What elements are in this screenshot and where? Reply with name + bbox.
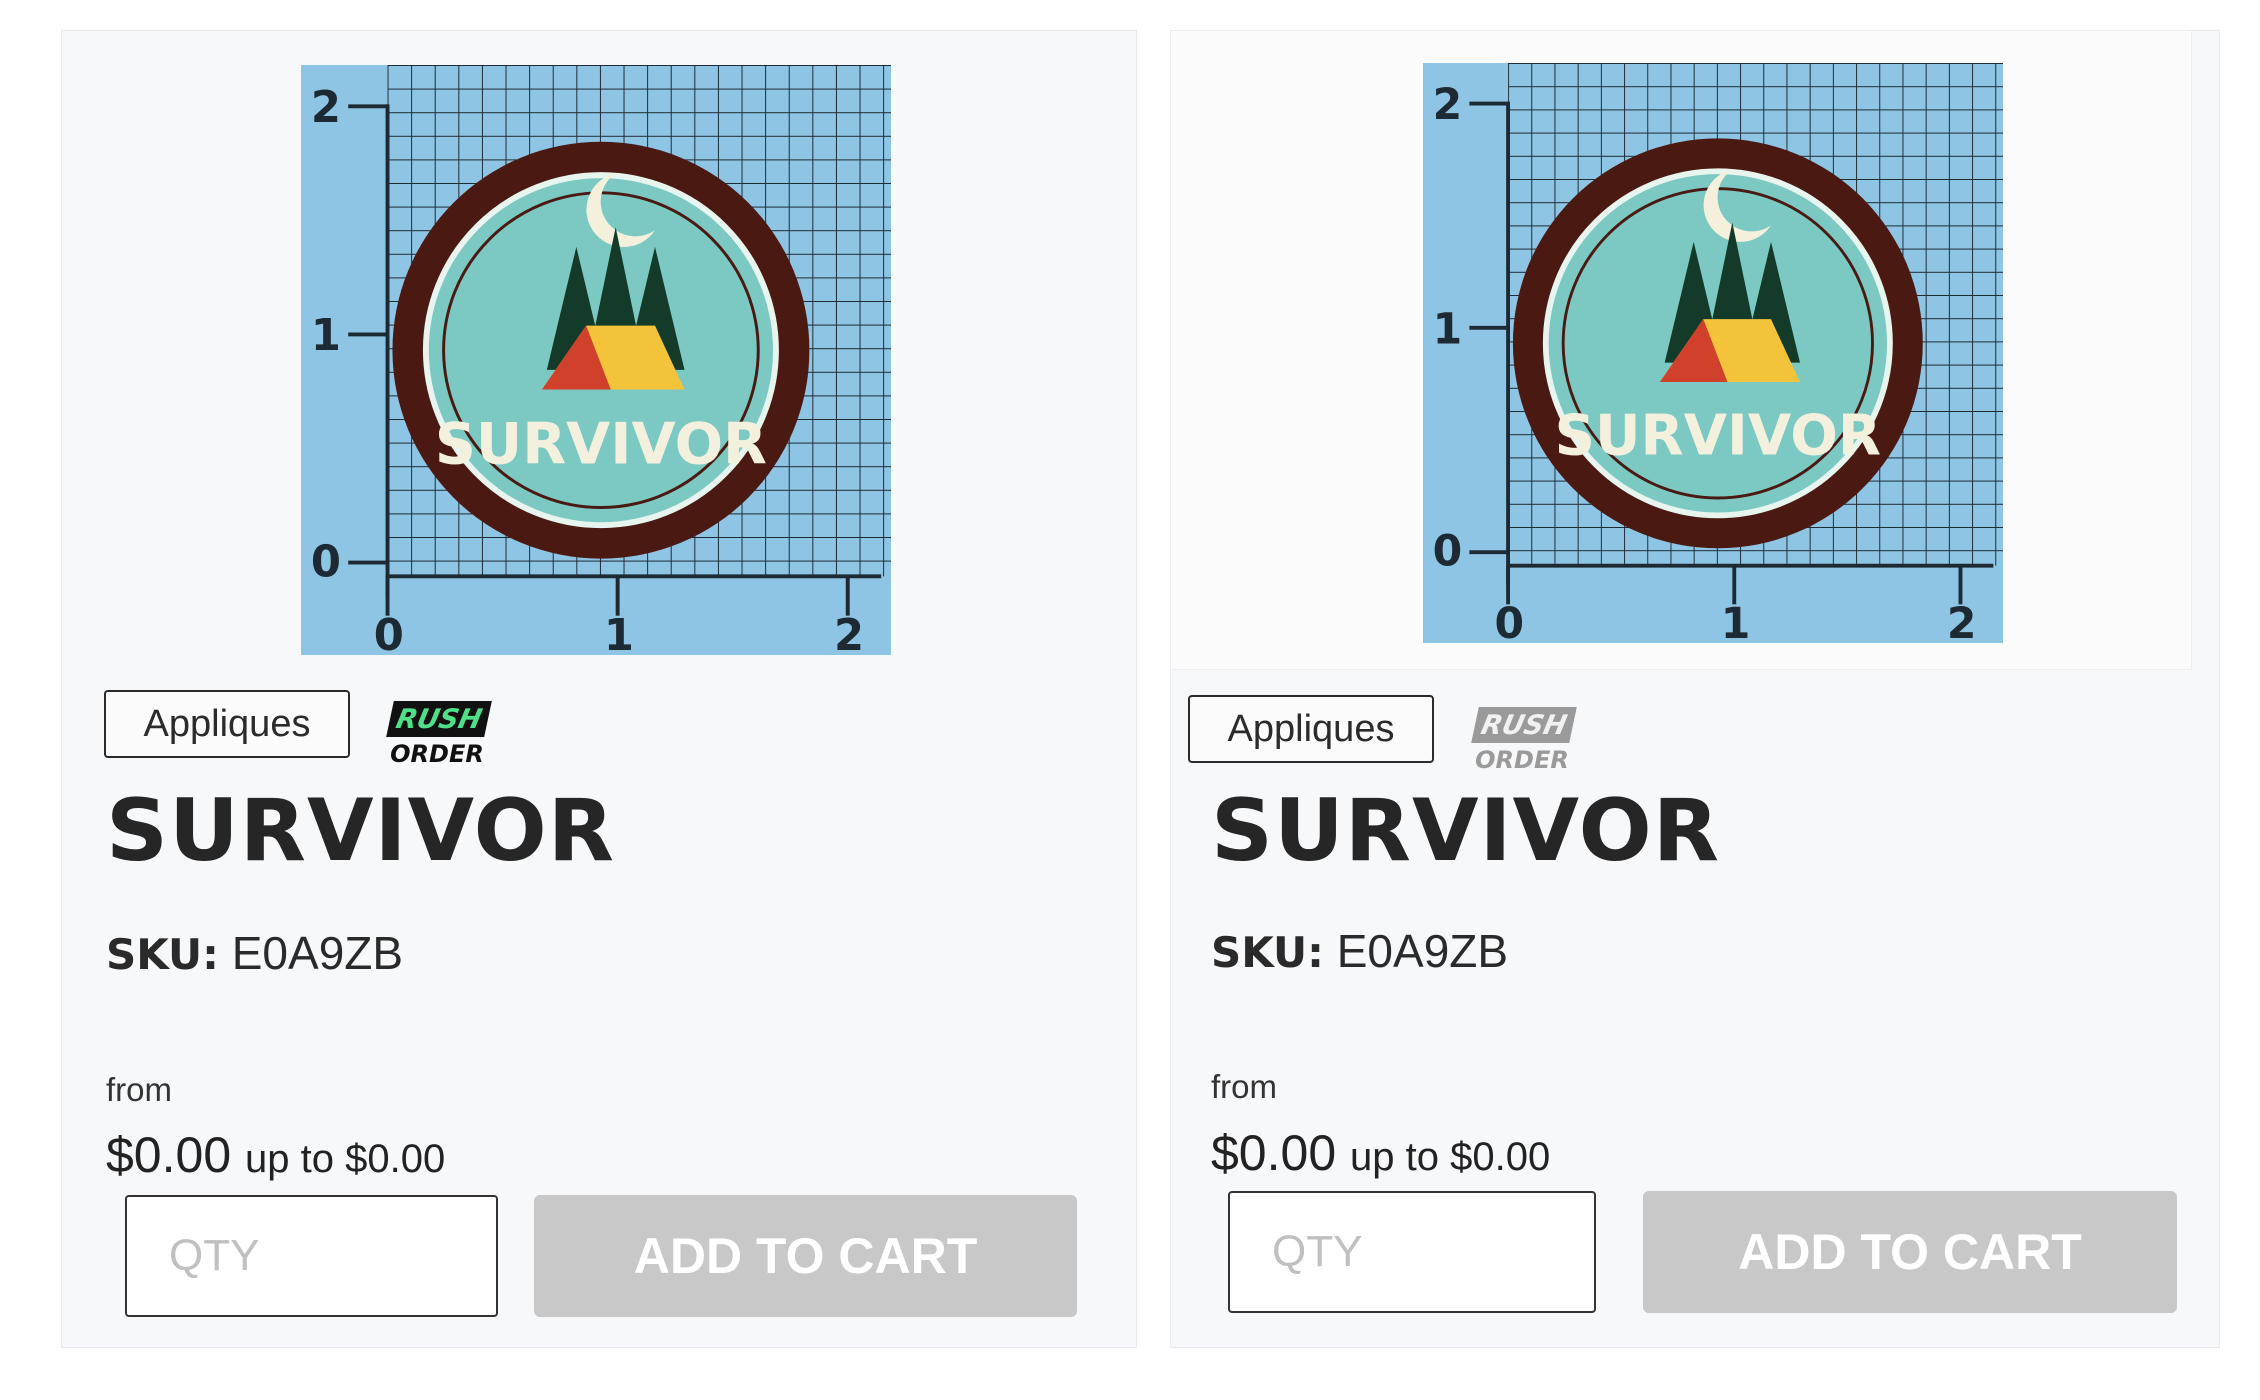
product-card: 2 1 0 0 1 2 SURVIVOR Appliques RUSH ORDE… <box>1170 30 2220 1348</box>
product-title[interactable]: SURVIVOR <box>1211 781 1720 881</box>
survivor-patch-icon: 2 1 0 0 1 2 SURVIVOR <box>301 65 891 655</box>
y-tick-1: 1 <box>311 311 341 361</box>
sku-line: SKU: E0A9ZB <box>106 926 403 980</box>
patch-text: SURVIVOR <box>1555 404 1881 469</box>
price-from: $0.00 <box>1211 1125 1337 1181</box>
sku-value: E0A9ZB <box>231 927 404 979</box>
product-image[interactable]: 2 1 0 0 1 2 SURVIVOR <box>298 65 894 655</box>
add-to-cart-button[interactable]: ADD TO CART <box>1643 1191 2177 1313</box>
rush-badge-bottom: ORDER <box>390 740 484 768</box>
price-from: $0.00 <box>106 1127 232 1183</box>
qty-input[interactable] <box>1228 1191 1596 1313</box>
sku-line: SKU: E0A9ZB <box>1211 924 1508 978</box>
price-upto: up to $0.00 <box>1350 1135 1551 1179</box>
patch-text: SURVIVOR <box>435 411 767 477</box>
y-tick-0: 0 <box>1433 528 1463 577</box>
sku-label: SKU: <box>106 930 219 979</box>
x-tick-0: 0 <box>374 611 404 655</box>
rush-badge-bottom: ORDER <box>1475 746 1569 774</box>
survivor-patch-icon: 2 1 0 0 1 2 SURVIVOR <box>1423 63 2003 643</box>
rush-order-badge: RUSH ORDER <box>1467 707 1577 779</box>
qty-input[interactable] <box>125 1195 498 1317</box>
sku-value: E0A9ZB <box>1336 925 1509 977</box>
x-tick-1: 1 <box>604 611 634 655</box>
x-tick-2: 2 <box>1947 600 1977 643</box>
category-tag[interactable]: Appliques <box>1188 695 1434 763</box>
price-prefix: from <box>1211 1068 1277 1105</box>
price-prefix: from <box>106 1071 172 1108</box>
price-range: $0.00 up to $0.00 <box>1211 1124 1550 1182</box>
rush-badge-top: RUSH <box>1471 707 1577 743</box>
sku-label: SKU: <box>1211 928 1324 977</box>
y-tick-2: 2 <box>1433 81 1463 130</box>
y-tick-2: 2 <box>311 83 341 133</box>
product-card: 2 1 0 0 1 2 SURVIVOR Appliques RUSH ORDE… <box>61 30 1137 1348</box>
add-to-cart-button[interactable]: ADD TO CART <box>534 1195 1077 1317</box>
price-upto: up to $0.00 <box>245 1137 446 1181</box>
rush-badge-top: RUSH <box>386 701 492 737</box>
rush-order-badge: RUSH ORDER <box>382 701 492 773</box>
y-tick-1: 1 <box>1433 305 1463 354</box>
x-tick-0: 0 <box>1495 600 1525 643</box>
y-tick-0: 0 <box>311 537 341 587</box>
x-tick-2: 2 <box>834 611 864 655</box>
product-title[interactable]: SURVIVOR <box>106 781 615 881</box>
category-tag[interactable]: Appliques <box>104 690 350 758</box>
product-image[interactable]: 2 1 0 0 1 2 SURVIVOR <box>1408 63 2018 643</box>
x-tick-1: 1 <box>1721 600 1751 643</box>
price-range: $0.00 up to $0.00 <box>106 1126 445 1184</box>
